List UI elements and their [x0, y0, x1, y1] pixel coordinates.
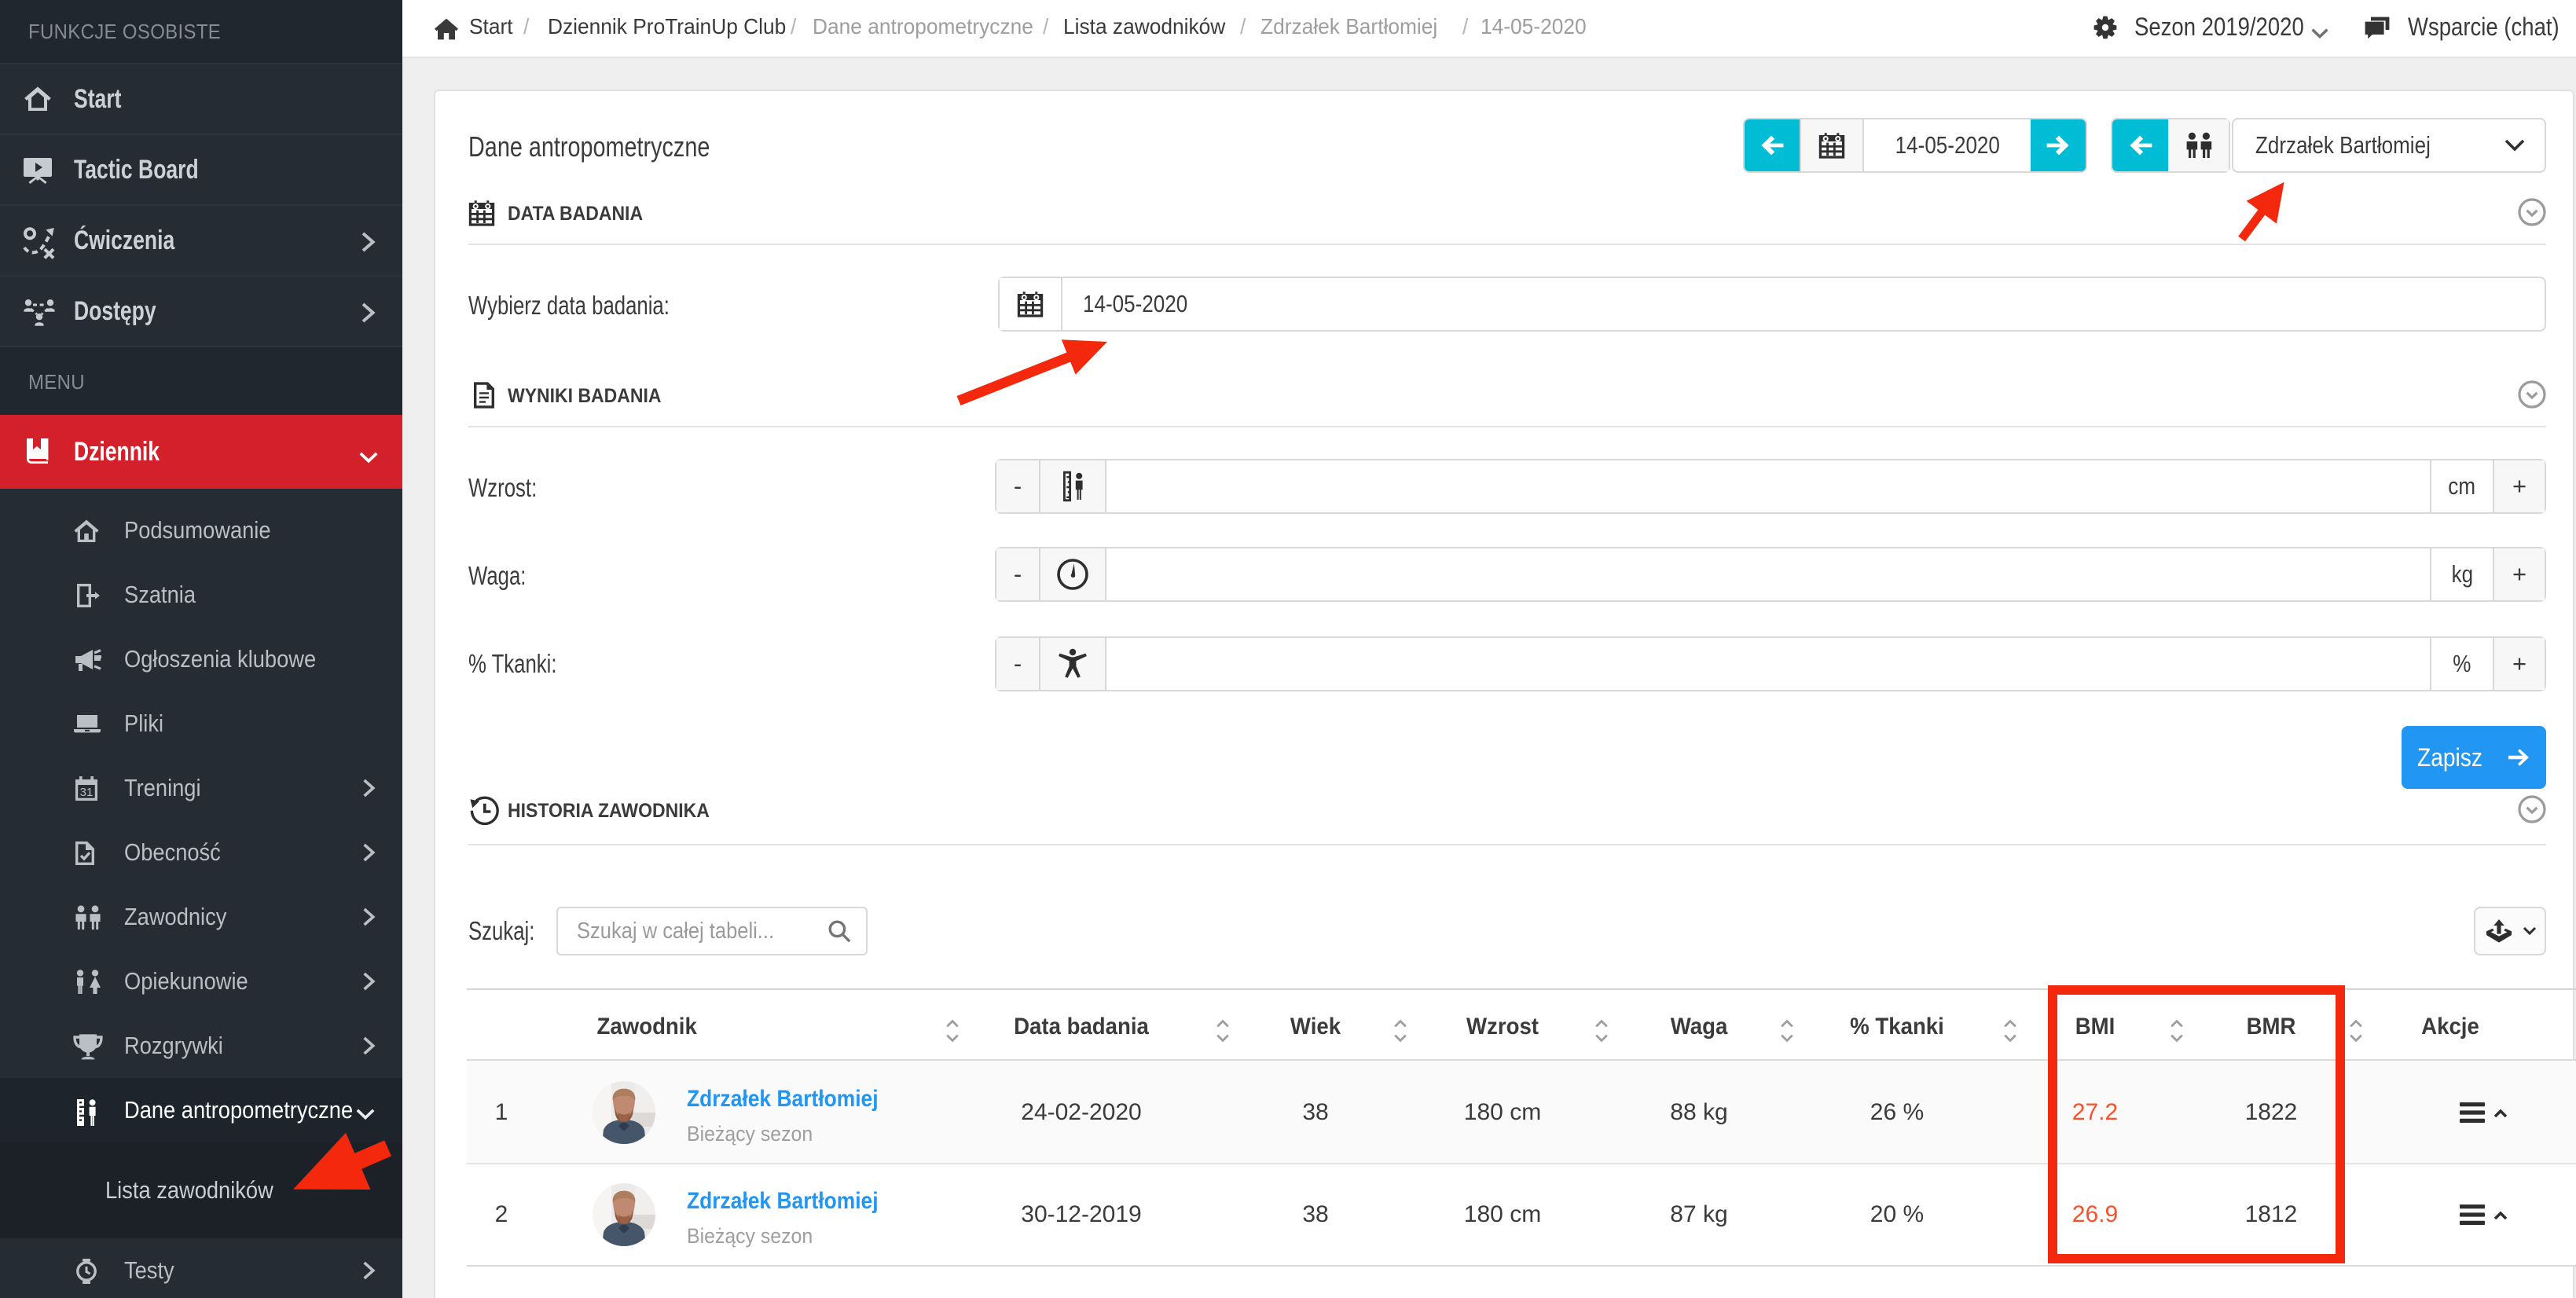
svg-text:31: 31 — [80, 786, 94, 799]
